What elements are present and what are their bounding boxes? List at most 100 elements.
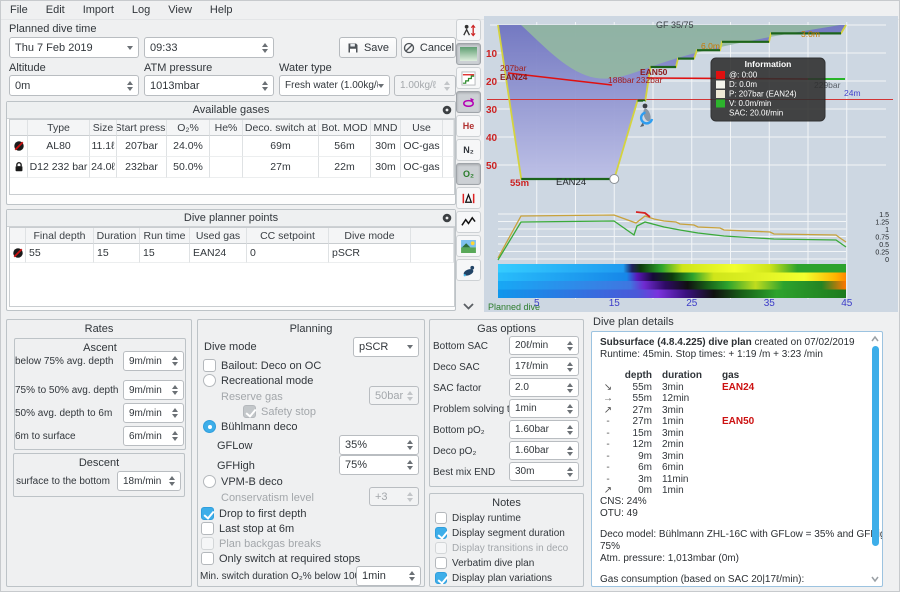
menu-file[interactable]: File: [1, 1, 37, 19]
dive-time-spinner[interactable]: 09:33: [144, 37, 274, 58]
deco-po2-spinner[interactable]: 1.60bar: [509, 441, 579, 460]
sac-factor-spinner[interactable]: 2.0: [509, 378, 579, 397]
table-row[interactable]: D12 232 bar24.0ℓ 232bar50.0% 27m 22m30m …: [10, 157, 454, 178]
tissue-trend-toggle-button[interactable]: [456, 211, 481, 233]
dive-plan-details-box[interactable]: Subsurface (4.8.4.225) dive plan created…: [591, 331, 883, 587]
bottom-po2-spinner[interactable]: 1.60bar: [509, 420, 579, 439]
display-segment-duration-label: Display segment duration: [452, 528, 565, 539]
bottom-sac-spinner[interactable]: 20ℓ/min: [509, 336, 579, 355]
bailout-checkbox[interactable]: [203, 359, 216, 372]
no-delete-icon[interactable]: [13, 140, 25, 152]
ascent-rate-1-label: below 75% avg. depth: [15, 356, 113, 367]
ascent-rate-2-spinner[interactable]: 9m/min: [123, 380, 184, 400]
po2-toggle-button[interactable]: O₂: [456, 163, 481, 185]
planned-dive-time-label: Planned dive time: [9, 23, 96, 35]
svg-text:3.0m: 3.0m: [801, 29, 820, 39]
save-disk-icon: [347, 42, 359, 54]
menu-help[interactable]: Help: [201, 1, 242, 19]
phe-toggle-button[interactable]: He: [456, 115, 481, 137]
svg-text:D: 0.0m: D: 0.0m: [729, 80, 757, 89]
svg-text:55m: 55m: [510, 178, 529, 189]
buhlmann-deco-radio[interactable]: [203, 420, 216, 433]
menu-log[interactable]: Log: [123, 1, 159, 19]
scrollbar-thumb[interactable]: [872, 346, 879, 546]
descent-rate-spinner[interactable]: 18m/min: [117, 471, 181, 491]
toolbar-scroll-button[interactable]: [456, 295, 481, 317]
chevron-down-icon: [378, 84, 384, 88]
pn2-toggle-button[interactable]: N₂: [456, 139, 481, 161]
svg-text:30: 30: [486, 105, 498, 116]
descent-title: Descent: [14, 457, 184, 469]
menu-import[interactable]: Import: [74, 1, 123, 19]
best-mix-end-label: Best mix END: [433, 467, 495, 478]
calculated-ceiling-icon: [461, 71, 476, 86]
drop-first-depth-label: Drop to first depth: [219, 508, 306, 520]
verbatim-plan-checkbox[interactable]: [435, 557, 447, 569]
dive-date-combobox[interactable]: Thu 7 Feb 2019: [9, 37, 139, 58]
menu-edit[interactable]: Edit: [37, 1, 74, 19]
settings-icon[interactable]: [442, 213, 452, 223]
spin-up-icon[interactable]: [262, 43, 268, 47]
info-swatch-time: [716, 71, 725, 79]
scale-toggle-button[interactable]: [456, 19, 481, 41]
info-swatch-speed: [716, 100, 725, 108]
water-type-combobox[interactable]: Fresh water (1.00kg/ℓ): [279, 75, 390, 96]
profile-handle[interactable]: [610, 175, 619, 184]
ascent-rate-4-spinner[interactable]: 6m/min: [123, 426, 184, 446]
ceiling-display-button[interactable]: [456, 43, 481, 65]
menu-view[interactable]: View: [159, 1, 201, 19]
gflow-spinner[interactable]: 35%: [339, 435, 419, 455]
min-switch-duration-spinner[interactable]: 1min: [356, 566, 421, 586]
svg-text:P: 207bar (EAN24): P: 207bar (EAN24): [729, 90, 797, 99]
ascent-rate-3-spinner[interactable]: 9m/min: [123, 403, 184, 423]
dive-profile-chart[interactable]: 207bar EAN24 188bar 232bar EAN50 229bar …: [484, 16, 898, 312]
svg-text:10: 10: [486, 49, 498, 60]
table-row[interactable]: 5515 15EAN24 0pSCR: [10, 244, 454, 263]
problem-time-spinner[interactable]: 1min: [509, 399, 579, 418]
last-stop-6m-checkbox[interactable]: [201, 522, 214, 535]
min-switch-duration-label: Min. switch duration O₂% below 100%: [200, 571, 369, 582]
deco-sac-spinner[interactable]: 17ℓ/min: [509, 357, 579, 376]
ascent-rate-1-spinner[interactable]: 9m/min: [123, 351, 184, 371]
save-button[interactable]: Save: [339, 37, 397, 58]
scroll-down-icon[interactable]: [870, 574, 880, 584]
gfhigh-label: GFHigh: [217, 460, 255, 472]
gfhigh-spinner[interactable]: 75%: [339, 455, 419, 475]
settings-icon[interactable]: [442, 105, 452, 115]
calculated-ceiling-button[interactable]: [456, 67, 481, 89]
descent-rate-label: surface to the bottom: [16, 476, 110, 487]
cancel-button-label: Cancel: [420, 42, 454, 54]
drop-first-depth-checkbox[interactable]: [201, 507, 214, 520]
display-runtime-checkbox[interactable]: [435, 512, 447, 524]
svg-text:6.0m: 6.0m: [701, 41, 720, 51]
atm-pressure-spinner[interactable]: 1013mbar: [144, 75, 274, 96]
mean-depth-icon: [461, 191, 476, 206]
mean-depth-toggle-button[interactable]: [456, 187, 481, 209]
po2-icon: O₂: [463, 169, 474, 179]
available-gases-title: Available gases: [7, 102, 455, 119]
info-swatch-depth: [716, 81, 725, 89]
subsurface-dive-planner-window: File Edit Import Log View Help Planned d…: [0, 0, 900, 592]
best-mix-end-spinner[interactable]: 30m: [509, 462, 579, 481]
table-row[interactable]: AL8011.1ℓ 207bar24.0% 69m 56m30m OC-gas: [10, 136, 454, 157]
spin-down-icon[interactable]: [262, 49, 268, 53]
display-segment-duration-checkbox[interactable]: [435, 527, 447, 539]
heatmap-toggle-button[interactable]: [456, 259, 481, 281]
display-variations-checkbox[interactable]: [435, 572, 447, 584]
conservatism-label: Conservatism level: [221, 492, 314, 504]
cancel-button[interactable]: Cancel: [401, 37, 456, 58]
planning-title: Planning: [198, 323, 424, 335]
vpmb-deco-radio[interactable]: [203, 475, 216, 488]
deco-sac-label: Deco SAC: [433, 362, 480, 373]
svg-text:40: 40: [486, 133, 498, 144]
no-delete-icon[interactable]: [12, 247, 24, 259]
scroll-up-icon[interactable]: [870, 334, 880, 344]
photos-toggle-button[interactable]: [456, 235, 481, 257]
reserve-gas-spinner: 50bar: [369, 386, 419, 405]
only-switch-checkbox[interactable]: [201, 552, 214, 565]
dc-ceiling-button[interactable]: [456, 91, 481, 113]
dive-mode-combobox[interactable]: pSCR: [353, 337, 419, 357]
only-switch-label: Only switch at required stops: [219, 553, 360, 565]
recreational-radio[interactable]: [203, 374, 216, 387]
altitude-spinner[interactable]: 0m: [9, 75, 139, 96]
